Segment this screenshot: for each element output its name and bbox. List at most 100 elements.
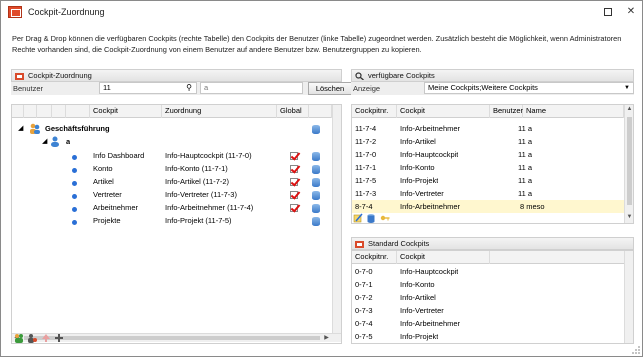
list-item[interactable]: Info Dashboard Info-Hauptcockpit (11-7-0… (12, 149, 332, 162)
list-item[interactable]: Konto Info-Konto (11-7-1) (12, 162, 332, 175)
database-icon[interactable] (312, 203, 320, 213)
row-nr: 0-7-0 (355, 267, 373, 276)
standard-grid-header: Cockpitnr. Cockpit (352, 251, 633, 264)
list-item[interactable]: Arbeitnehmer Info-Arbeitnehmer (11-7-4) (12, 201, 332, 214)
row-benutzer (490, 174, 493, 187)
user-settings-icon[interactable] (27, 333, 37, 343)
table-row[interactable]: 11-7-2 Info-Artikel 11 a (352, 135, 624, 148)
tree-user-row[interactable]: ◢ a (12, 135, 332, 148)
col-global[interactable]: Global (277, 105, 309, 118)
user-filter-label: Benutzer (13, 84, 44, 93)
table-row[interactable]: 11-7-0 Info-Hauptcockpit 11 a (352, 148, 624, 161)
scroll-right-icon[interactable]: ▶ (322, 334, 331, 343)
row-cockpit: Info-Konto (400, 280, 435, 289)
row-nr: 0-7-2 (355, 293, 373, 302)
database-icon[interactable] (312, 216, 320, 226)
table-row[interactable]: 11-7-3 Info-Vertreter 11 a (352, 187, 624, 200)
collapse-icon[interactable]: ◢ (18, 124, 23, 132)
row-cockpit: Info-Arbeitnehmer (400, 319, 461, 328)
global-checkbox[interactable] (290, 177, 298, 187)
delete-button[interactable]: Löschen (308, 82, 352, 95)
database-icon[interactable] (312, 164, 320, 174)
scroll-up-icon[interactable]: ▲ (625, 105, 633, 114)
scroll-thumb[interactable] (627, 117, 632, 205)
global-checkbox[interactable] (290, 151, 298, 161)
standard-cockpits-grid: Cockpitnr. Cockpit 0-7-0 Info-Hauptcockp… (351, 250, 634, 344)
tree-group-row[interactable]: ◢ Geschäftsführung (12, 122, 332, 135)
list-item[interactable]: Artikel Info-Artikel (11-7-2) (12, 175, 332, 188)
user-input-value: 11 (103, 83, 111, 92)
database-icon[interactable] (312, 151, 320, 161)
database-icon[interactable] (312, 177, 320, 187)
table-row[interactable]: 0-7-2 Info-Artikel (352, 291, 624, 304)
key-icon[interactable] (380, 213, 390, 223)
left-grid: Cockpit Zuordnung Global ◢ Geschäftsführ… (11, 104, 342, 344)
col-zuordnung[interactable]: Zuordnung (162, 105, 277, 118)
col-cockpit[interactable]: Cockpit (90, 105, 162, 118)
table-row[interactable]: 11-7-1 Info-Konto 11 a (352, 161, 624, 174)
standard-grid-vscrollbar[interactable] (624, 251, 633, 343)
row-nr: 0-7-3 (355, 306, 373, 315)
table-row[interactable]: 11-7-5 Info-Projekt 11 a (352, 174, 624, 187)
collapse-icon[interactable]: ◢ (42, 137, 47, 145)
global-checkbox[interactable] (290, 164, 298, 174)
table-row[interactable]: 0-7-4 Info-Arbeitnehmer (352, 317, 624, 330)
row-benutzer (490, 187, 493, 200)
col-cockpit[interactable]: Cockpit (397, 105, 490, 118)
col-cockpit[interactable]: Cockpit (397, 251, 490, 264)
database-icon[interactable] (366, 213, 376, 223)
global-checkbox[interactable] (290, 190, 298, 200)
col-benutzer[interactable]: Benutzer (490, 105, 523, 118)
global-checkbox[interactable] (290, 203, 298, 213)
search-icon[interactable]: ⚲ (186, 83, 192, 93)
row-cockpit: Info-Arbeitnehmer (400, 202, 461, 211)
available-cockpits-grid: Cockpitnr. Cockpit Benutzer Name 11-7-4 … (351, 104, 634, 224)
bullet-icon (72, 192, 77, 201)
global-checkbox[interactable] (290, 216, 298, 225)
database-icon[interactable] (312, 190, 320, 200)
table-row-selected[interactable]: 8-7-4 Info-Arbeitnehmer 8 meso (352, 200, 624, 213)
add-icon[interactable] (54, 333, 64, 343)
arrow-up-icon[interactable] (41, 333, 51, 343)
row-name: 11 a (518, 150, 533, 159)
database-icon[interactable] (312, 124, 320, 134)
row-nr: 8-7-4 (355, 202, 373, 211)
row-nr: 0-7-5 (355, 332, 373, 341)
user-icon (51, 136, 59, 147)
col-cockpitnr[interactable]: Cockpitnr. (352, 251, 397, 264)
anzeige-value: Meine Cockpits;Weitere Cockpits (428, 83, 538, 92)
available-grid-vscrollbar[interactable]: ▲ ▼ (624, 105, 633, 223)
table-row[interactable]: 0-7-5 Info-Projekt (352, 330, 624, 343)
edit-icon[interactable] (353, 213, 363, 223)
left-grid-vscrollbar[interactable] (332, 105, 341, 333)
window-title: Cockpit-Zuordnung (28, 7, 105, 17)
title-bar: Cockpit-Zuordnung ✕ (1, 1, 642, 23)
table-row[interactable]: 0-7-1 Info-Konto (352, 278, 624, 291)
col-name[interactable]: Name (523, 105, 624, 118)
col-cockpitnr[interactable]: Cockpitnr. (352, 105, 397, 118)
close-icon: ✕ (626, 6, 636, 17)
user-input[interactable]: 11 ⚲ (99, 82, 197, 94)
chevron-down-icon[interactable]: ▼ (624, 83, 630, 93)
list-item[interactable]: Vertreter Info-Vertreter (11-7-3) (12, 188, 332, 201)
table-row[interactable]: 0-7-3 Info-Vertreter (352, 304, 624, 317)
row-benutzer (490, 122, 493, 135)
user-name-field: a (200, 82, 303, 94)
right-panel-header: verfügbare Cockpits (351, 69, 634, 82)
list-item[interactable]: Projekte Info-Projekt (11-7-5) (12, 214, 332, 227)
anzeige-select[interactable]: Meine Cockpits;Weitere Cockpits ▼ (424, 82, 634, 94)
maximize-button[interactable] (598, 4, 618, 20)
left-panel-title: Cockpit-Zuordnung (28, 71, 92, 80)
search-icon (355, 72, 364, 80)
row-nr: 11-7-4 (355, 124, 377, 133)
row-cockpit: Info-Hauptcockpit (400, 267, 459, 276)
copy-users-icon[interactable] (14, 333, 24, 343)
scroll-thumb[interactable] (24, 336, 320, 340)
close-button[interactable]: ✕ (621, 4, 641, 20)
scroll-down-icon[interactable]: ▼ (625, 213, 633, 222)
anzeige-label: Anzeige (353, 84, 381, 93)
table-row[interactable]: 11-7-4 Info-Arbeitnehmer 11 a (352, 122, 624, 135)
row-zuordnung: Info-Hauptcockpit (11-7-0) (165, 151, 252, 160)
resize-grip-icon[interactable] (631, 345, 641, 355)
table-row[interactable]: 0-7-0 Info-Hauptcockpit (352, 265, 624, 278)
